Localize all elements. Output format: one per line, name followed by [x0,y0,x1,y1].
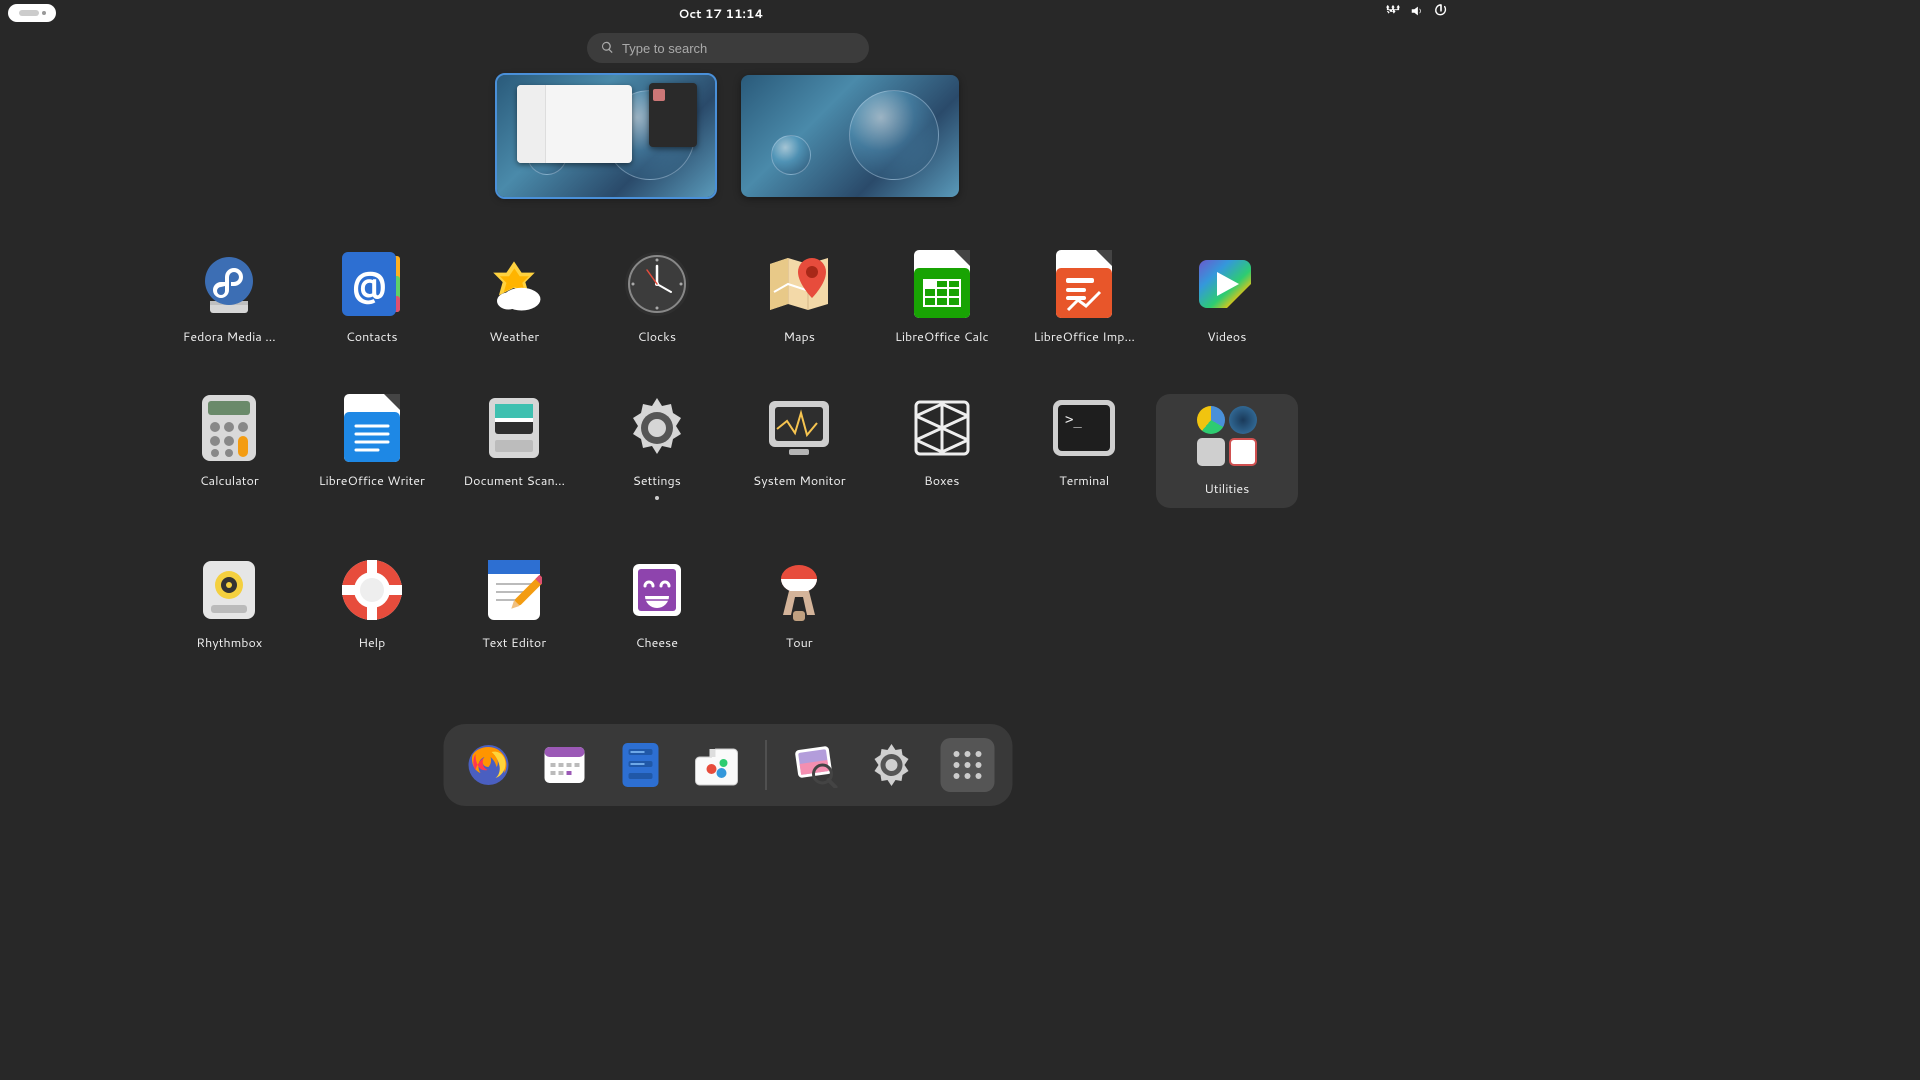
help-icon [338,556,406,624]
app-document-scanner[interactable]: Document Scan… [443,394,586,508]
dock-image-viewer[interactable] [789,738,843,792]
search-input[interactable] [622,41,855,56]
app-libreoffice-writer[interactable]: LibreOffice Writer [301,394,444,508]
app-label: LibreOffice Calc [895,328,989,346]
system-monitor-icon [765,394,833,462]
app-label: LibreOffice Writer [319,472,425,490]
app-label: Terminal [1059,472,1109,490]
workspace-thumbnail-2[interactable] [741,75,959,197]
workspace-switcher [497,75,959,197]
app-label: Fedora Media … [183,328,276,346]
app-label: Clocks [637,328,676,346]
top-bar: Oct 17 11:14 [0,0,1456,26]
tour-icon [765,556,833,624]
dock-separator [766,740,767,790]
dock-show-apps[interactable] [941,738,995,792]
text-editor-icon [480,556,548,624]
svg-text:>_: >_ [1065,412,1082,428]
app-rhythmbox[interactable]: Rhythmbox [158,556,301,652]
app-label: Videos [1207,328,1246,346]
weather-icon [480,250,548,318]
app-boxes[interactable]: Boxes [871,394,1014,508]
clocks-icon [623,250,691,318]
app-label: Help [358,634,385,652]
app-label: Weather [489,328,539,346]
app-label: Tour [786,634,813,652]
app-label: LibreOffice Imp… [1034,328,1135,346]
app-label: System Monitor [753,472,846,490]
terminal-icon: >_ [1050,394,1118,462]
settings-icon [623,394,691,462]
app-settings[interactable]: Settings [586,394,729,508]
dock-firefox[interactable] [462,738,516,792]
app-label: Settings [633,472,681,490]
app-libreoffice-impress[interactable]: LibreOffice Imp… [1013,250,1156,346]
rhythmbox-icon [195,556,263,624]
workspace-thumbnail-1[interactable] [497,75,715,197]
cheese-icon [623,556,691,624]
utilities-folder-icon [1193,402,1261,470]
app-label: Document Scan… [463,472,565,490]
volume-icon[interactable] [1410,4,1424,22]
app-weather[interactable]: Weather [443,250,586,346]
app-clocks[interactable]: Clocks [586,250,729,346]
app-label: Text Editor [482,634,546,652]
app-label: Calculator [200,472,259,490]
power-icon[interactable] [1434,4,1448,22]
app-libreoffice-calc[interactable]: LibreOffice Calc [871,250,1014,346]
libreoffice-writer-icon [338,394,406,462]
search-bar[interactable] [587,33,869,63]
fedora-media-writer-icon [195,250,263,318]
dock-files[interactable] [614,738,668,792]
app-text-editor[interactable]: Text Editor [443,556,586,652]
app-grid: Fedora Media … @ Contacts Weather [158,250,1298,652]
dock-calendar[interactable] [538,738,592,792]
app-label: Maps [784,328,815,346]
app-label: Rhythmbox [196,634,262,652]
app-folder-utilities[interactable]: Utilities [1156,394,1299,508]
libreoffice-calc-icon [908,250,976,318]
videos-icon [1193,250,1261,318]
app-label: Cheese [635,634,678,652]
app-videos[interactable]: Videos [1156,250,1299,346]
app-label: Contacts [346,328,398,346]
app-fedora-media-writer[interactable]: Fedora Media … [158,250,301,346]
activities-pill[interactable] [8,4,56,22]
app-system-monitor[interactable]: System Monitor [728,394,871,508]
document-scanner-icon [480,394,548,462]
dock-settings[interactable] [865,738,919,792]
app-label: Boxes [924,472,959,490]
boxes-icon [908,394,976,462]
search-icon [601,37,614,60]
clock[interactable]: Oct 17 11:14 [678,5,763,22]
dash [444,724,1013,806]
dock-software[interactable] [690,738,744,792]
app-maps[interactable]: Maps [728,250,871,346]
contacts-icon: @ [338,250,406,318]
app-help[interactable]: Help [301,556,444,652]
app-terminal[interactable]: >_ Terminal [1013,394,1156,508]
libreoffice-impress-icon [1050,250,1118,318]
svg-text:@: @ [351,259,386,307]
app-contacts[interactable]: @ Contacts [301,250,444,346]
maps-icon [765,250,833,318]
network-icon[interactable] [1386,4,1400,22]
calculator-icon [195,394,263,462]
app-label: Utilities [1204,480,1249,498]
app-tour[interactable]: Tour [728,556,871,652]
app-cheese[interactable]: Cheese [586,556,729,652]
app-calculator[interactable]: Calculator [158,394,301,508]
